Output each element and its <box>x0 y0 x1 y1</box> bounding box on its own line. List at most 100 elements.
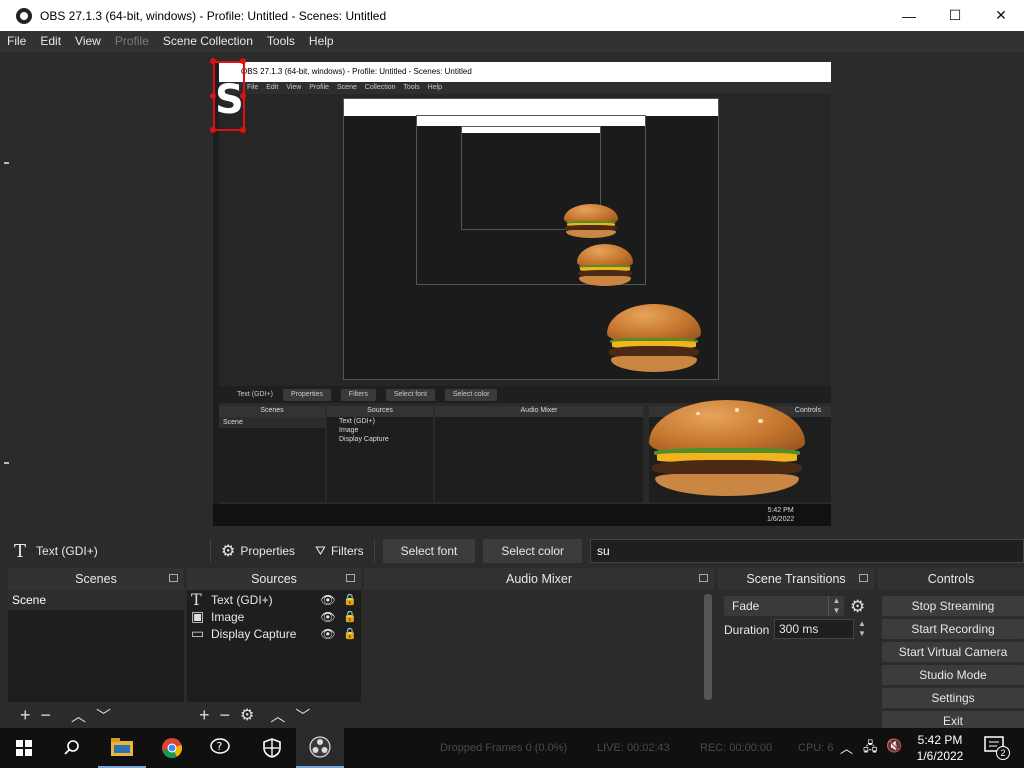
scenes-toolbar: + − ︿ ﹀ <box>8 702 184 728</box>
select-color-button[interactable]: Select color <box>483 539 583 563</box>
nested-sources-title: Sources <box>367 407 393 414</box>
source-item-display-capture[interactable]: ▭ Display Capture 👁 🔒 <box>187 625 361 642</box>
text-source-content: S <box>215 77 244 123</box>
settings-button[interactable]: Settings <box>882 688 1024 708</box>
scene-transitions-dock: Scene Transitions Fade ▲ ▼ ⚙ Duration 300… <box>718 568 874 728</box>
nested-source-item: Display Capture <box>339 436 389 443</box>
duration-label: Duration <box>724 623 770 637</box>
search-icon[interactable] <box>48 728 96 768</box>
burger-image-large <box>649 400 805 496</box>
undock-icon[interactable] <box>169 574 178 582</box>
obs-taskbar-icon[interactable] <box>296 728 344 768</box>
menu-file[interactable]: File <box>0 31 33 52</box>
monitor-icon: ▭ <box>191 625 205 642</box>
feedback-hub-icon[interactable]: ? <box>198 728 246 768</box>
scene-item[interactable]: Scene <box>8 590 184 610</box>
scenes-dock-header: Scenes <box>8 568 184 590</box>
transition-select[interactable]: Fade ▲ ▼ <box>724 596 844 616</box>
lock-icon[interactable]: 🔒 <box>339 593 361 606</box>
menu-view[interactable]: View <box>68 31 108 52</box>
preview-edge-mark <box>4 162 9 164</box>
burger-image-small-2 <box>564 204 618 238</box>
nested-clock: 5:42 PM 1/6/2022 <box>767 506 794 524</box>
nested-clock-time: 5:42 PM <box>767 507 794 514</box>
remove-icon[interactable]: − <box>41 705 52 726</box>
menu-help[interactable]: Help <box>302 31 341 52</box>
eye-icon[interactable]: 👁 <box>317 593 339 607</box>
display-capture-source[interactable]: OBS 27.1.3 (64-bit, windows) - Profile: … <box>213 62 831 526</box>
preview-canvas[interactable]: OBS 27.1.3 (64-bit, windows) - Profile: … <box>0 52 1024 536</box>
source-context-bar: T Text (GDI+) ⚙ Properties ⛛ Filters Sel… <box>0 536 1024 566</box>
menu-edit[interactable]: Edit <box>33 31 68 52</box>
minimize-button[interactable]: — <box>886 0 932 31</box>
burger-image-medium <box>607 304 701 372</box>
move-up-icon[interactable]: ︿ <box>270 705 285 726</box>
undock-icon[interactable] <box>346 574 355 582</box>
notification-center-icon[interactable]: 2 <box>984 736 1010 760</box>
filters-label: Filters <box>330 544 364 558</box>
stop-streaming-button[interactable]: Stop Streaming <box>882 596 1024 616</box>
undock-icon[interactable] <box>859 574 868 582</box>
source-item-text[interactable]: T Text (GDI+) 👁 🔒 <box>187 590 361 609</box>
mixer-scrollbar[interactable] <box>704 594 712 700</box>
nested-scene-item: Scene <box>219 417 325 428</box>
preview-edge-mark <box>4 462 9 464</box>
nested-source-item: Image <box>339 427 359 434</box>
add-icon[interactable]: + <box>20 705 31 726</box>
move-up-icon[interactable]: ︿ <box>71 705 86 726</box>
nested-select-font: Select font <box>385 389 435 401</box>
studio-mode-button[interactable]: Studio Mode <box>882 665 1024 685</box>
move-down-icon[interactable]: ﹀ <box>96 705 111 726</box>
add-icon[interactable]: + <box>199 705 210 726</box>
divider <box>373 540 375 562</box>
chevron-updown-icon: ▲ ▼ <box>828 596 844 616</box>
start-button[interactable] <box>0 728 48 768</box>
file-explorer-icon[interactable] <box>98 728 146 768</box>
gear-icon[interactable]: ⚙ <box>850 597 865 617</box>
lock-icon[interactable]: 🔒 <box>339 627 361 640</box>
exit-button[interactable]: Exit <box>882 711 1024 728</box>
sources-list: T Text (GDI+) 👁 🔒 ▣ Image 👁 🔒 ▭ Display … <box>187 590 361 702</box>
audio-mixer-dock: Audio Mixer <box>364 568 714 728</box>
taskbar-clock[interactable]: 5:42 PM 1/6/2022 <box>912 732 968 764</box>
dock-area: Scenes Scene + − ︿ ﹀ Sources T Text (GDI… <box>0 568 1024 728</box>
nested-mixer-panel: Audio Mixer <box>435 406 643 502</box>
chevron-up-icon[interactable]: ︿ <box>840 738 853 757</box>
filters-button[interactable]: ⛛ Filters <box>305 539 374 563</box>
resize-handle[interactable] <box>240 58 246 64</box>
eye-icon[interactable]: 👁 <box>317 627 339 641</box>
resize-handle[interactable] <box>210 58 216 64</box>
text-content-input[interactable]: su <box>590 539 1024 563</box>
start-recording-button[interactable]: Start Recording <box>882 619 1024 639</box>
maximize-button[interactable]: ☐ <box>932 0 978 31</box>
lock-icon[interactable]: 🔒 <box>339 610 361 623</box>
start-virtual-camera-button[interactable]: Start Virtual Camera <box>882 642 1024 662</box>
remove-icon[interactable]: − <box>220 705 231 726</box>
clock-time: 5:42 PM <box>917 733 963 747</box>
controls-dock-header: Controls <box>878 568 1024 590</box>
eye-icon[interactable]: 👁 <box>317 610 339 624</box>
security-shield-icon[interactable] <box>248 728 296 768</box>
volume-muted-icon[interactable]: 🔇 <box>886 738 902 754</box>
properties-button[interactable]: ⚙ Properties <box>211 539 305 563</box>
nested-sources-panel: Sources Text (GDI+) Image Display Captur… <box>327 406 433 502</box>
network-icon[interactable]: 🖧 <box>863 738 878 760</box>
undock-icon[interactable] <box>699 574 708 582</box>
move-down-icon[interactable]: ﹀ <box>295 705 310 726</box>
notification-count-badge: 2 <box>996 746 1010 760</box>
source-item-image[interactable]: ▣ Image 👁 🔒 <box>187 608 361 625</box>
menu-tools[interactable]: Tools <box>260 31 302 52</box>
sources-dock-title: Sources <box>251 572 297 586</box>
live-status: LIVE: 00:02:43 <box>597 742 670 754</box>
menu-scene-collection[interactable]: Scene Collection <box>156 31 260 52</box>
chrome-icon[interactable] <box>148 728 196 768</box>
select-font-button[interactable]: Select font <box>382 539 476 563</box>
nested-scenes-panel: Scenes Scene <box>219 406 325 502</box>
duration-input[interactable]: 300 ms <box>774 619 854 639</box>
controls-dock: Controls Stop Streaming Start Recording … <box>878 568 1024 728</box>
nested-preview <box>219 94 831 386</box>
close-button[interactable]: ✕ <box>978 0 1024 31</box>
gear-icon[interactable]: ⚙ <box>240 705 254 725</box>
nested-source-name: Text (GDI+) <box>237 391 273 398</box>
duration-stepper[interactable]: ▲ ▼ <box>855 619 869 639</box>
